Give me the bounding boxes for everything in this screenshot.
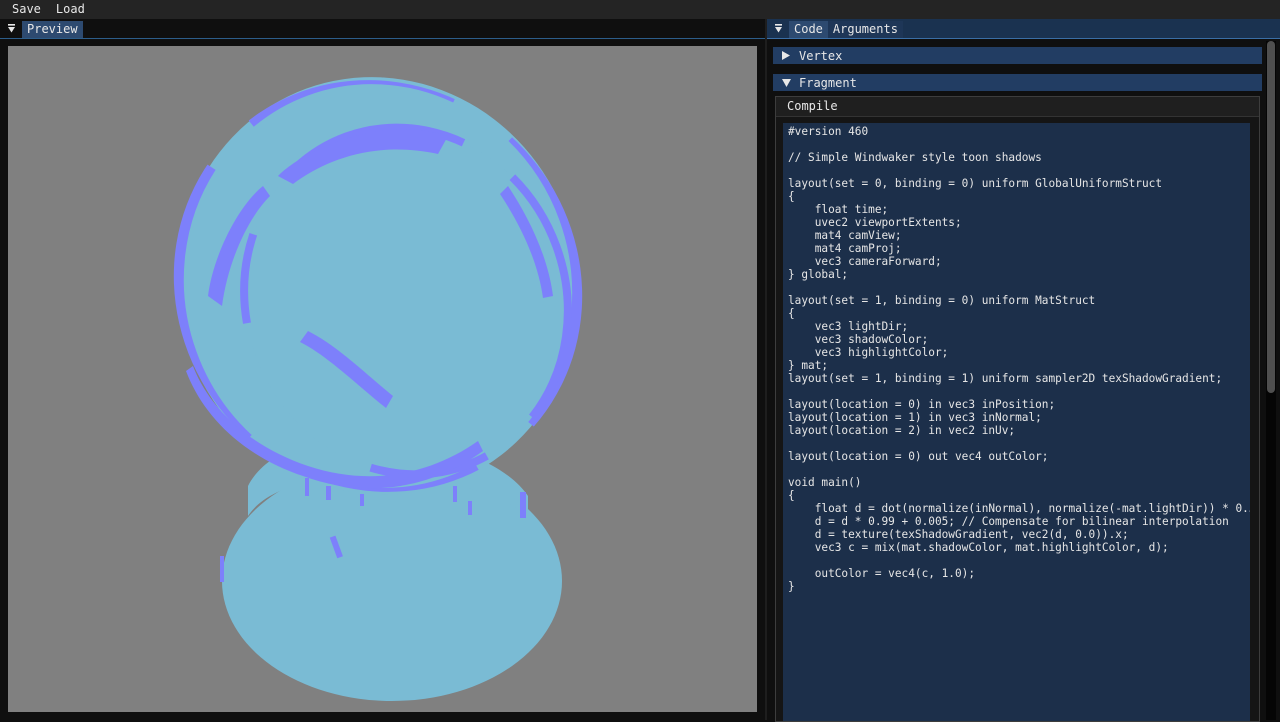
code-line: vec3 shadowColor; [788, 333, 929, 346]
code-line: void main() [788, 476, 862, 489]
compile-tab[interactable]: Compile [776, 97, 1259, 117]
code-line: layout(location = 1) in vec3 inNormal; [788, 411, 1042, 424]
triangle-right-icon [782, 51, 790, 60]
dock-menu-icon[interactable] [767, 19, 789, 38]
code-editor[interactable]: #version 460 // Simple Windwaker style to… [783, 123, 1250, 721]
code-line: } mat; [788, 359, 829, 372]
code-line: float time; [788, 203, 889, 216]
compile-label: Compile [787, 99, 838, 113]
preview-tab-bar: Preview [0, 19, 765, 39]
menu-save[interactable]: Save [0, 0, 48, 19]
tab-code[interactable]: Code [789, 21, 828, 38]
code-line: outColor = vec4(c, 1.0); [788, 567, 976, 580]
code-line: vec3 c = mix(mat.shadowColor, mat.highli… [788, 541, 1169, 554]
tab-arguments[interactable]: Arguments [827, 21, 903, 38]
code-line: vec3 highlightColor; [788, 346, 949, 359]
triangle-down-icon [774, 24, 782, 33]
dock-menu-icon[interactable] [0, 19, 22, 38]
code-dock: Code Arguments Vertex Fragment Compile #… [767, 19, 1280, 722]
code-line: vec3 cameraForward; [788, 255, 942, 268]
fragment-label: Fragment [799, 75, 857, 90]
code-line: mat4 camView; [788, 229, 902, 242]
code-line: } [788, 580, 795, 593]
menu-load[interactable]: Load [48, 0, 92, 19]
code-line: { [788, 489, 795, 502]
code-line: d = d * 0.99 + 0.005; // Compensate for … [788, 515, 1229, 528]
code-line: layout(location = 2) in vec2 inUv; [788, 424, 1016, 437]
code-line: #version 460 [788, 125, 869, 138]
triangle-down-icon [7, 24, 15, 33]
code-line: layout(set = 1, binding = 1) uniform sam… [788, 372, 1223, 385]
code-line: } global; [788, 268, 849, 281]
code-line: mat4 camProj; [788, 242, 902, 255]
preview-dock: Preview [0, 19, 765, 720]
fragment-editor-window: Compile #version 460 // Simple Windwaker … [775, 96, 1260, 722]
code-line: layout(set = 1, binding = 0) uniform Mat… [788, 294, 1096, 307]
code-line: layout(location = 0) out vec4 outColor; [788, 450, 1049, 463]
tab-preview[interactable]: Preview [22, 21, 83, 38]
code-line: vec3 lightDir; [788, 320, 909, 333]
code-line: { [788, 190, 795, 203]
preview-viewport[interactable] [8, 46, 757, 712]
vertex-label: Vertex [799, 48, 843, 63]
code-line: layout(location = 0) in vec3 inPosition; [788, 398, 1056, 411]
shader-ball-render [169, 70, 587, 701]
code-line: { [788, 307, 795, 320]
menu-bar: Save Load [0, 0, 1280, 19]
code-line: float d = dot(normalize(inNormal), norma… [814, 502, 1250, 515]
code-line: d = texture(texShadowGradient, vec2(d, 0… [788, 528, 1129, 541]
vertex-header[interactable]: Vertex [773, 47, 1262, 64]
fragment-header[interactable]: Fragment [773, 74, 1262, 91]
code-tab-bar: Code Arguments [767, 19, 1280, 39]
code-line: uvec2 viewportExtents; [788, 216, 962, 229]
code-line: // Simple Windwaker style toon shadows [788, 151, 1042, 164]
scrollbar-thumb[interactable] [1267, 41, 1275, 393]
scrollbar[interactable] [1266, 41, 1276, 720]
code-line: layout(set = 0, binding = 0) uniform Glo… [788, 177, 1163, 190]
triangle-down-icon [781, 78, 791, 87]
